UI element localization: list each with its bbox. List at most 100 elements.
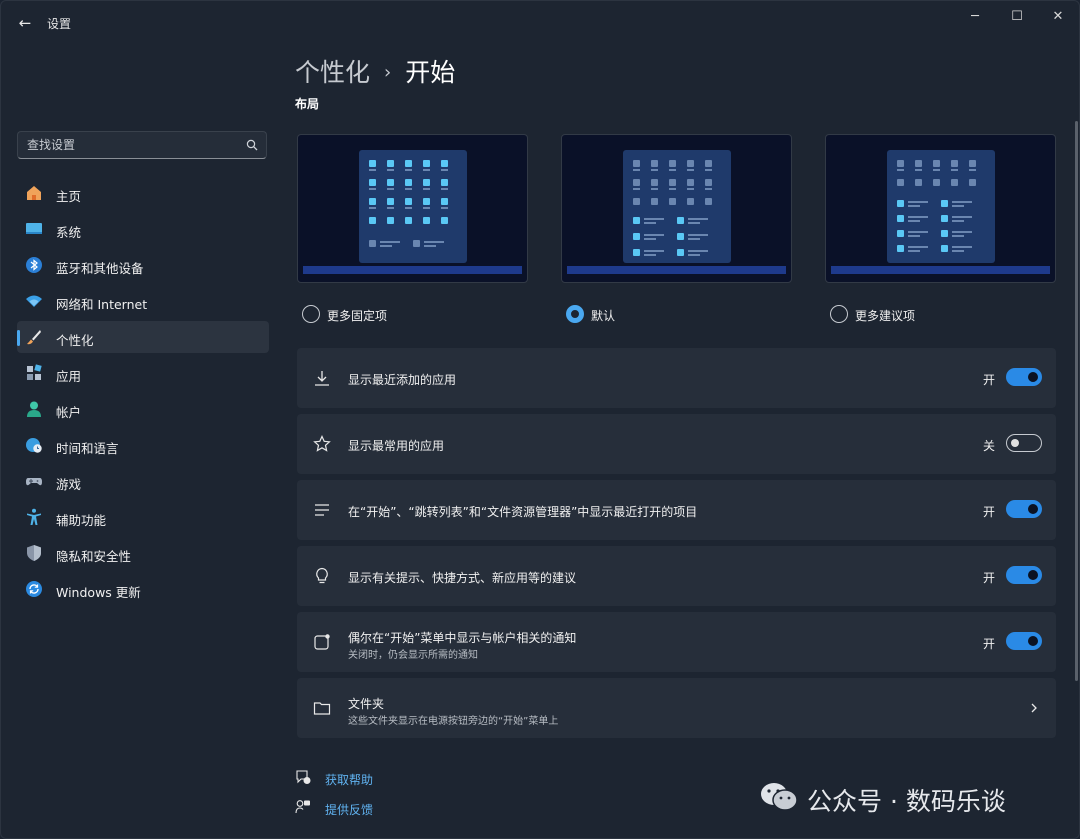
sidebar-item-label: Windows 更新 [56,585,141,600]
link-label[interactable]: 提供反馈 [325,801,373,818]
sidebar-item-accessibility[interactable]: 辅助功能 [17,501,269,533]
update-icon [26,581,42,597]
setting-recently-opened-items: 在“开始”、“跳转列表”和“文件资源管理器”中显示最近打开的项目 开 [297,480,1056,540]
toggle-state-label: 关 [983,439,996,453]
scrollbar[interactable] [1075,121,1078,681]
toggle-switch[interactable] [1006,566,1042,584]
radio-button-selected[interactable] [566,305,584,323]
sidebar-item-windows-update[interactable]: Windows 更新 [17,573,269,605]
taskbar-preview [303,266,522,274]
setting-recently-added-apps: 显示最近添加的应用 开 [297,348,1056,408]
setting-most-used-apps: 显示最常用的应用 关 [297,414,1056,474]
app-title: 设置 [47,17,72,31]
radio-label: 默认 [591,309,616,323]
shield-icon [27,545,41,561]
lightbulb-icon [316,567,328,584]
sidebar-item-apps[interactable]: 应用 [17,357,269,389]
sidebar-nav: 主页 系统 蓝牙和其他设备 网络和 Internet 个性化 应用 帐户 时间和… [17,177,269,609]
home-icon [27,186,41,200]
default-grid-icon [633,160,712,256]
toggle-switch[interactable] [1006,368,1042,386]
layout-preview-more-pins[interactable] [297,134,528,283]
setting-title: 显示最常用的应用 [348,439,445,453]
back-button[interactable]: ← [15,13,35,33]
setting-account-notifications: 偶尔在“开始”菜单中显示与帐户相关的通知 关闭时，仍会显示所需的通知 开 [297,612,1056,672]
help-icon [296,770,311,784]
list-icon [315,504,329,516]
link-label[interactable]: 获取帮助 [325,771,373,788]
sidebar-item-label: 隐私和安全性 [56,549,132,564]
account-icon [27,401,41,417]
display-icon [26,223,42,234]
taskbar-preview [567,266,786,274]
wifi-icon [26,295,42,307]
toggle-switch[interactable] [1006,632,1042,650]
setting-subtitle: 关闭时，仍会显示所需的通知 [348,650,478,661]
radio-label: 更多建议项 [855,309,916,323]
sidebar-item-privacy[interactable]: 隐私和安全性 [17,537,269,569]
folder-icon [313,702,331,715]
watermark: 公众号 · 数码乐谈 [759,777,1059,817]
close-button[interactable]: ✕ [1038,7,1078,27]
breadcrumb: 个性化 › 开始 [295,53,455,89]
sidebar-item-label: 主页 [56,189,82,204]
setting-title: 文件夹 [348,697,385,711]
gamepad-icon [26,478,42,486]
pins-grid-icon [369,160,448,247]
start-menu-preview [623,150,731,263]
sidebar-item-label: 帐户 [56,405,82,420]
apps-icon [27,364,42,380]
minimize-button[interactable]: ─ [955,7,995,27]
sidebar-item-gaming[interactable]: 游戏 [17,465,269,497]
recommendations-grid-icon [897,160,976,252]
start-menu-preview [359,150,467,263]
sidebar-item-home[interactable]: 主页 [17,177,269,209]
search-icon[interactable] [246,139,258,151]
sidebar-item-label: 时间和语言 [56,441,119,456]
page-title: 开始 [405,58,456,87]
sidebar-item-label: 网络和 Internet [56,297,148,312]
taskbar-preview [831,266,1050,274]
notification-icon [314,634,330,650]
toggle-switch[interactable] [1006,434,1042,452]
setting-subtitle: 这些文件夹显示在电源按钮旁边的“开始”菜单上 [348,716,559,727]
bluetooth-icon [26,257,42,273]
sidebar-item-system[interactable]: 系统 [17,213,269,245]
sidebar-item-bluetooth[interactable]: 蓝牙和其他设备 [17,249,269,281]
setting-folders[interactable]: 文件夹 这些文件夹显示在电源按钮旁边的“开始”菜单上 [297,678,1056,738]
accessibility-icon [27,508,41,525]
setting-title: 显示最近添加的应用 [348,373,457,387]
radio-label: 更多固定项 [327,309,388,323]
toggle-state-label: 开 [983,571,996,585]
star-icon [313,435,331,452]
toggle-switch[interactable] [1006,500,1042,518]
sidebar-item-time-language[interactable]: 时间和语言 [17,429,269,461]
title-bar: ← 设置 ─ ☐ ✕ [1,1,1079,45]
setting-tips-suggestions: 显示有关提示、快捷方式、新应用等的建议 开 [297,546,1056,606]
toggle-state-label: 开 [983,637,996,651]
layout-preview-default[interactable] [561,134,792,283]
sidebar-item-label: 游戏 [56,477,82,492]
setting-title: 在“开始”、“跳转列表”和“文件资源管理器”中显示最近打开的项目 [348,505,698,519]
setting-title: 偶尔在“开始”菜单中显示与帐户相关的通知 [348,631,577,645]
toggle-state-label: 开 [983,373,996,387]
search-input[interactable] [18,132,238,158]
radio-button[interactable] [302,305,320,323]
wechat-icon [761,783,798,811]
sidebar-item-label: 应用 [56,369,82,384]
watermark-text: 公众号 · 数码乐谈 [807,787,1006,816]
settings-window: ← 设置 ─ ☐ ✕ 主页 系统 [0,0,1080,839]
sidebar-item-label: 辅助功能 [56,513,107,528]
sidebar-item-personalization[interactable]: 个性化 [17,321,269,353]
sidebar-item-network[interactable]: 网络和 Internet [17,285,269,317]
feedback-icon [295,800,310,814]
maximize-button[interactable]: ☐ [997,7,1037,27]
sidebar-item-accounts[interactable]: 帐户 [17,393,269,425]
search-box [17,131,267,159]
download-icon [315,371,329,386]
layout-preview-more-recommendations[interactable] [825,134,1056,283]
sidebar-item-label: 个性化 [56,333,94,348]
radio-button[interactable] [830,305,848,323]
breadcrumb-parent[interactable]: 个性化 [295,58,370,87]
start-menu-preview [887,150,995,263]
